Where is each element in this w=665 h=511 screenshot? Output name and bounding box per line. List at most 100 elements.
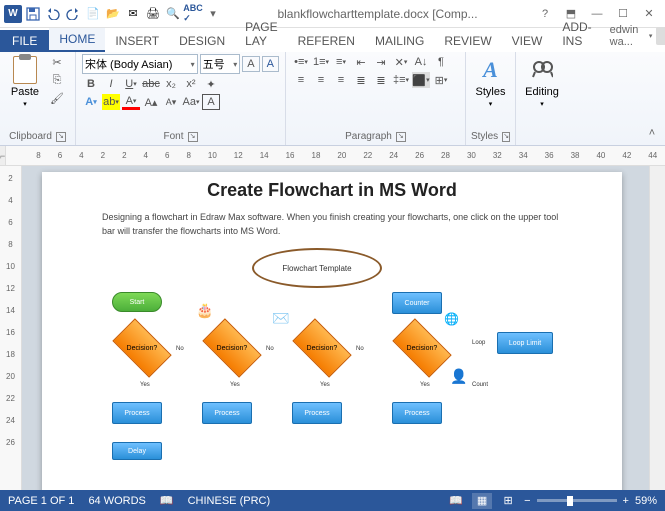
zoom-level[interactable]: 59% <box>635 495 657 507</box>
zoom-slider[interactable] <box>537 499 617 502</box>
read-mode-icon[interactable]: 📖 <box>446 493 466 509</box>
change-case-icon[interactable]: Aa▾ <box>182 94 200 110</box>
asian-layout-icon[interactable]: ✕▾ <box>392 54 410 70</box>
line-spacing-icon[interactable]: ‡≡▾ <box>392 72 410 88</box>
clipboard-dialog-launcher[interactable]: ↘ <box>56 132 66 142</box>
tab-design[interactable]: DESIGN <box>169 30 235 52</box>
save-icon[interactable] <box>24 5 42 23</box>
superscript-button[interactable]: x² <box>182 76 200 92</box>
format-painter-icon[interactable]: 🖌 <box>48 90 66 106</box>
font-size-combo[interactable]: 五号▾ <box>200 54 241 74</box>
word-app-icon[interactable]: W <box>4 5 22 23</box>
bullets-icon[interactable]: •≡▾ <box>292 54 310 70</box>
font-color-icon[interactable]: A▾ <box>122 94 140 110</box>
undo-icon[interactable] <box>44 5 62 23</box>
tab-insert[interactable]: INSERT <box>105 30 169 52</box>
quick-print-icon[interactable]: 🔍 <box>164 5 182 23</box>
clipboard-group-label: Clipboard <box>9 131 52 142</box>
open-icon[interactable]: 📂 <box>104 5 122 23</box>
grow-font-icon[interactable]: A▴ <box>142 94 160 110</box>
font-group-label: Font <box>163 131 183 142</box>
align-right-icon[interactable]: ≡ <box>332 72 350 88</box>
vertical-ruler[interactable]: 2468101214161820222426 <box>0 166 22 490</box>
fc-yes-4: Yes <box>420 382 430 388</box>
editing-button[interactable]: Editing▾ <box>523 54 561 110</box>
paste-label: Paste <box>11 86 39 98</box>
document-body-text: Designing a flowchart in Edraw Max softw… <box>102 211 562 238</box>
tab-references[interactable]: REFEREN <box>288 30 365 52</box>
styles-button[interactable]: A Styles▾ <box>472 54 509 110</box>
fc-person-icon: 👤 <box>450 368 467 385</box>
status-words[interactable]: 64 WORDS <box>88 495 145 507</box>
user-account[interactable]: edwin wa... ▾ <box>602 20 665 52</box>
fc-decision-1: Decision? <box>112 318 171 377</box>
text-effects-icon[interactable]: A▾ <box>82 94 100 110</box>
show-hide-icon[interactable]: ¶ <box>432 54 450 70</box>
enclose-characters-icon[interactable]: A <box>262 56 279 72</box>
redo-icon[interactable] <box>64 5 82 23</box>
subscript-button[interactable]: x₂ <box>162 76 180 92</box>
fc-process-4: Process <box>392 402 442 424</box>
justify-icon[interactable]: ≣ <box>352 72 370 88</box>
fc-decision-3: Decision? <box>292 318 351 377</box>
styles-group-label: Styles <box>471 131 498 142</box>
status-proofing-icon[interactable]: 📖 <box>160 494 174 507</box>
collapse-ribbon-icon[interactable]: ˄ <box>643 125 661 141</box>
qat-customize-icon[interactable]: ▾ <box>204 5 222 23</box>
copy-icon[interactable]: ⎘ <box>48 72 66 88</box>
fc-no-2: No <box>266 346 274 352</box>
numbering-icon[interactable]: 1≡▾ <box>312 54 330 70</box>
zoom-out-icon[interactable]: − <box>524 495 530 507</box>
shading-icon[interactable]: ⬛▾ <box>412 72 430 88</box>
decrease-indent-icon[interactable]: ⇤ <box>352 54 370 70</box>
multilevel-list-icon[interactable]: ≡▾ <box>332 54 350 70</box>
highlight-icon[interactable]: ab▾ <box>102 94 120 110</box>
tab-addins[interactable]: ADD-INS <box>552 16 601 52</box>
fc-cake-icon: 🎂 <box>196 302 213 319</box>
sort-icon[interactable]: A↓ <box>412 54 430 70</box>
strikethrough-button[interactable]: abc <box>142 76 160 92</box>
new-icon[interactable]: 📄 <box>84 5 102 23</box>
tab-review[interactable]: REVIEW <box>434 30 501 52</box>
vertical-scrollbar[interactable] <box>649 166 665 490</box>
print-layout-icon[interactable]: ▦ <box>472 493 492 509</box>
bold-button[interactable]: B <box>82 76 100 92</box>
paste-button[interactable]: Paste ▾ <box>6 54 44 110</box>
cut-icon[interactable]: ✂ <box>48 54 66 70</box>
fc-globe-icon: 🌐 <box>444 312 459 326</box>
increase-indent-icon[interactable]: ⇥ <box>372 54 390 70</box>
tab-page-layout[interactable]: PAGE LAY <box>235 16 287 52</box>
email-icon[interactable]: ✉ <box>124 5 142 23</box>
align-left-icon[interactable]: ≡ <box>292 72 310 88</box>
zoom-in-icon[interactable]: + <box>623 495 629 507</box>
tab-mailing[interactable]: MAILING <box>365 30 434 52</box>
fc-start: Start <box>112 292 162 312</box>
status-page[interactable]: PAGE 1 OF 1 <box>8 495 74 507</box>
fc-yes-3: Yes <box>320 382 330 388</box>
tab-view[interactable]: VIEW <box>502 30 553 52</box>
align-center-icon[interactable]: ≡ <box>312 72 330 88</box>
horizontal-ruler[interactable]: 8642246810121416182022242628303234363840… <box>6 146 665 165</box>
font-name-combo[interactable]: 宋体 (Body Asian)▾ <box>82 54 198 74</box>
spelling-icon[interactable]: ABC✓ <box>184 5 202 23</box>
font-dialog-launcher[interactable]: ↘ <box>188 132 198 142</box>
character-border-icon[interactable]: A <box>202 94 220 110</box>
status-language[interactable]: CHINESE (PRC) <box>188 495 271 507</box>
italic-button[interactable]: I <box>102 76 120 92</box>
document-page[interactable]: Create Flowchart in MS Word Designing a … <box>42 172 622 490</box>
clear-formatting-icon[interactable]: A <box>242 56 259 72</box>
borders-icon[interactable]: ⊞▾ <box>432 72 450 88</box>
tab-home[interactable]: HOME <box>49 28 105 52</box>
styles-dialog-launcher[interactable]: ↘ <box>502 132 510 142</box>
tab-file[interactable]: FILE <box>0 30 49 52</box>
fc-process-3: Process <box>292 402 342 424</box>
distributed-icon[interactable]: ≣ <box>372 72 390 88</box>
underline-button[interactable]: U▾ <box>122 76 140 92</box>
fc-no-1: No <box>176 346 184 352</box>
fc-process-2: Process <box>202 402 252 424</box>
shrink-font-icon[interactable]: A▾ <box>162 94 180 110</box>
print-preview-icon[interactable]: 🖨 <box>144 5 162 23</box>
phonetic-guide-icon[interactable]: ✦ <box>202 76 220 92</box>
paragraph-dialog-launcher[interactable]: ↘ <box>396 132 406 142</box>
web-layout-icon[interactable]: ⊞ <box>498 493 518 509</box>
